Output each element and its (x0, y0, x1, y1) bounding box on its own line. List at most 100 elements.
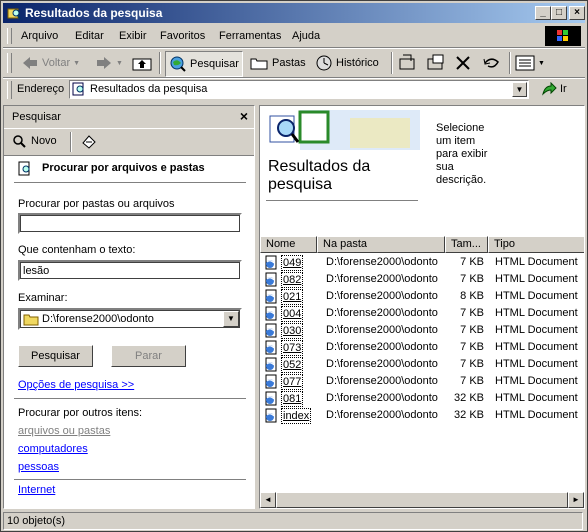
column-folder-header[interactable]: Na pasta (317, 236, 445, 253)
files-folders-link[interactable]: arquivos ou pastas (18, 425, 110, 437)
table-row[interactable]: 077 D:\forense2000\odonto 7 KB HTML Documen… (260, 373, 584, 390)
row-size: 7 KB (460, 256, 484, 268)
maximize-button[interactable]: □ (551, 6, 567, 20)
delete-button[interactable] (453, 51, 473, 75)
preview-title-underline (266, 200, 418, 201)
back-arrow-icon (23, 57, 37, 69)
row-folder: D:\forense2000\odonto (326, 358, 438, 370)
menu-exibir[interactable]: Exibir (119, 30, 147, 42)
search-results-icon (72, 82, 84, 96)
new-search-button[interactable]: Novo (12, 134, 57, 148)
address-field[interactable]: Resultados da pesquisa ▼ (69, 80, 529, 99)
menu-ferramentas[interactable]: Ferramentas (219, 30, 281, 42)
menu-ajuda[interactable]: Ajuda (292, 30, 320, 42)
history-button[interactable]: Histórico (315, 51, 379, 75)
address-dropdown-icon[interactable]: ▼ (512, 82, 527, 97)
up-folder-button[interactable] (131, 51, 153, 75)
row-type: HTML Document (495, 392, 578, 404)
search-assistant-icon[interactable] (80, 133, 98, 151)
scroll-thumb[interactable] (276, 492, 568, 508)
row-size: 32 KB (454, 409, 484, 421)
search-globe-icon (170, 56, 186, 72)
move-to-button[interactable] (397, 51, 419, 75)
table-row[interactable]: 073 D:\forense2000\odonto 7 KB HTML Documen… (260, 339, 584, 356)
forward-button[interactable]: ▼ (95, 51, 123, 75)
table-row[interactable]: 052 D:\forense2000\odonto 7 KB HTML Documen… (260, 356, 584, 373)
stop-button[interactable]: Parar (111, 345, 186, 367)
computers-link[interactable]: computadores (18, 443, 88, 455)
html-document-icon (265, 408, 277, 423)
row-size: 7 KB (460, 307, 484, 319)
menu-grip (7, 28, 12, 44)
search-heading: Procurar por arquivos e pastas (42, 162, 205, 174)
column-name-header[interactable]: Nome (260, 236, 317, 253)
toolbar-separator (391, 52, 393, 74)
back-dropdown-icon[interactable]: ▼ (73, 60, 80, 67)
preview-title: Resultados da pesquisa (268, 158, 371, 193)
forward-dropdown-icon[interactable]: ▼ (116, 60, 123, 67)
row-name: 081 (281, 391, 304, 407)
search-submit-button[interactable]: Pesquisar (18, 345, 93, 367)
scroll-left-icon[interactable]: ◄ (260, 492, 276, 508)
panel-close-icon[interactable]: × (240, 108, 248, 124)
folders-button[interactable]: Pastas (249, 51, 306, 75)
table-row[interactable]: 004 D:\forense2000\odonto 7 KB HTML Documen… (260, 305, 584, 322)
back-button[interactable]: Voltar ▼ (21, 51, 80, 75)
table-row[interactable]: 030 D:\forense2000\odonto 7 KB HTML Documen… (260, 322, 584, 339)
name-field-label: Procurar por pastas ou arquivos (18, 198, 175, 210)
table-row[interactable]: 021 D:\forense2000\odonto 8 KB HTML Documen… (260, 288, 584, 305)
search-panel-header: Pesquisar × (4, 106, 254, 128)
html-document-icon (265, 374, 277, 389)
column-type-header[interactable]: Tipo (488, 236, 584, 253)
internet-divider (14, 479, 246, 480)
close-button[interactable]: × (569, 6, 585, 20)
table-row[interactable]: index D:\forense2000\odonto 32 KB HTML Docu… (260, 407, 584, 424)
row-folder: D:\forense2000\odonto (326, 273, 438, 285)
look-in-label: Examinar: (18, 292, 68, 304)
table-row[interactable]: 049 D:\forense2000\odonto 7 KB HTML Documen… (260, 254, 584, 271)
table-row[interactable]: 082 D:\forense2000\odonto 7 KB HTML Documen… (260, 271, 584, 288)
row-size: 32 KB (454, 392, 484, 404)
views-dropdown-icon[interactable]: ▼ (538, 60, 545, 67)
look-in-select[interactable]: D:\forense2000\odonto ▼ (18, 308, 242, 330)
row-folder: D:\forense2000\odonto (326, 392, 438, 404)
results-preview: Resultados da pesquisa Selecione um item… (260, 106, 584, 232)
row-folder: D:\forense2000\odonto (326, 256, 438, 268)
address-value: Resultados da pesquisa (90, 83, 208, 95)
menu-favoritos[interactable]: Favoritos (160, 30, 205, 42)
copy-to-button[interactable] (425, 51, 447, 75)
heading-divider (14, 182, 246, 183)
panel-title: Pesquisar (12, 111, 61, 123)
people-link[interactable]: pessoas (18, 461, 59, 473)
title-bar[interactable]: Resultados da pesquisa _ □ × (3, 3, 585, 23)
go-button[interactable]: Ir (541, 82, 567, 96)
copy-to-icon (427, 54, 444, 70)
menu-arquivo[interactable]: Arquivo (21, 30, 58, 42)
back-label: Voltar (42, 57, 71, 69)
minimize-button[interactable]: _ (535, 6, 551, 20)
standard-toolbar: Voltar ▼ ▼ Pesquisar Pastas Histórico ▼ (3, 49, 585, 77)
row-size: 7 KB (460, 375, 484, 387)
menu-editar[interactable]: Editar (75, 30, 104, 42)
toolbar-grip (7, 53, 12, 73)
search-panel: Pesquisar × Novo Procurar por arquivos e… (3, 105, 255, 509)
column-size-header[interactable]: Tam... (445, 236, 488, 253)
scroll-right-icon[interactable]: ► (568, 492, 584, 508)
look-in-dropdown-icon[interactable]: ▼ (223, 311, 239, 327)
undo-button[interactable] (481, 51, 503, 75)
status-bar: 10 objeto(s) (3, 511, 585, 531)
row-type: HTML Document (495, 409, 578, 421)
table-row[interactable]: 081 D:\forense2000\odonto 32 KB HTML Docume… (260, 390, 584, 407)
search-options-link[interactable]: Opções de pesquisa >> (18, 379, 134, 391)
views-button[interactable]: ▼ (515, 51, 545, 75)
name-field[interactable] (18, 213, 242, 234)
html-document-icon (265, 289, 277, 304)
toolbar-separator (159, 52, 161, 74)
undo-icon (483, 58, 499, 68)
text-field[interactable]: lesão (18, 260, 242, 281)
search-button[interactable]: Pesquisar (165, 51, 243, 77)
internet-link[interactable]: Internet (18, 484, 55, 496)
horizontal-scrollbar[interactable]: ◄ ► (260, 492, 584, 508)
row-name: 004 (281, 306, 304, 322)
toolbar-separator (509, 52, 511, 74)
